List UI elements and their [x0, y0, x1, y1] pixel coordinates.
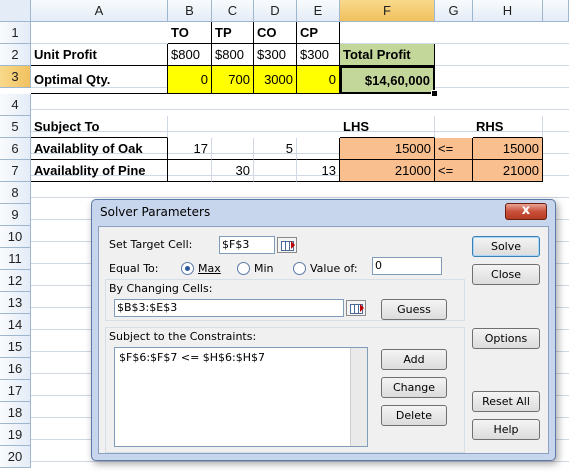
add-button[interactable]: Add [381, 349, 447, 370]
cell-f2[interactable]: Total Profit [340, 44, 435, 66]
max-radio[interactable] [181, 262, 194, 275]
fill-handle[interactable] [431, 90, 438, 97]
row-header-13[interactable]: 13 [0, 292, 31, 314]
cell-b7[interactable] [168, 160, 212, 182]
solve-button[interactable]: Solve [472, 236, 540, 257]
cell-b3[interactable]: 0 [168, 66, 212, 94]
changing-cells-input[interactable]: $B$3:$E$3 [114, 299, 344, 317]
value-of-radio[interactable] [293, 262, 306, 275]
cell-f5[interactable]: LHS [340, 116, 435, 138]
close-icon[interactable]: x [505, 203, 547, 220]
collapse-dialog-icon[interactable] [346, 300, 366, 316]
row-header-14[interactable]: 14 [0, 314, 31, 336]
column-header-d[interactable]: D [254, 0, 297, 22]
target-cell-label: Set Target Cell: [109, 238, 193, 251]
cell-c1[interactable]: TP [212, 22, 254, 44]
column-header-g[interactable]: G [435, 0, 473, 22]
constraints-scrollbar[interactable] [350, 348, 367, 446]
value-of-label: Value of: [310, 262, 358, 275]
cell-d7[interactable] [254, 160, 297, 182]
cell-c3[interactable]: 700 [212, 66, 254, 94]
row-header-7[interactable]: 7 [0, 160, 31, 182]
guess-button[interactable]: Guess [381, 299, 447, 320]
close-button[interactable]: Close [472, 264, 540, 285]
cell-e3[interactable]: 0 [297, 66, 340, 94]
cell-d3[interactable]: 3000 [254, 66, 297, 94]
cell-b6[interactable]: 17 [168, 138, 212, 160]
column-header-e[interactable]: E [297, 0, 340, 22]
cell-e2[interactable]: $300 [297, 44, 340, 66]
constraints-list[interactable]: $F$6:$F$7 <= $H$6:$H$7 [114, 347, 368, 447]
cell-d2[interactable]: $300 [254, 44, 297, 66]
max-label: Max [198, 262, 221, 275]
row-header-5[interactable]: 5 [0, 116, 31, 138]
dialog-titlebar[interactable]: Solver Parameters x [92, 200, 555, 226]
changing-cells-label: By Changing Cells: [109, 282, 213, 295]
cell-h7[interactable]: 21000 [473, 160, 543, 182]
cell-e7[interactable]: 13 [297, 160, 340, 182]
constraints-label: Subject to the Constraints: [109, 330, 257, 343]
select-all-corner[interactable] [0, 0, 31, 22]
cell-a6[interactable]: Availablity of Oak [31, 138, 168, 160]
equal-to-label: Equal To: [109, 262, 159, 275]
collapse-dialog-icon[interactable] [277, 237, 297, 253]
change-button[interactable]: Change [381, 377, 447, 398]
column-header-f[interactable]: F [340, 0, 435, 22]
cell-d1[interactable]: CO [254, 22, 297, 44]
options-button[interactable]: Options [472, 328, 540, 349]
dialog-title: Solver Parameters [100, 205, 211, 219]
column-header-c[interactable]: C [212, 0, 254, 22]
cell-f7[interactable]: 21000 [340, 160, 435, 182]
cell-f3-active[interactable]: $14,60,000 [340, 66, 435, 94]
cell-f6[interactable]: 15000 [340, 138, 435, 160]
row-header-16[interactable]: 16 [0, 358, 31, 380]
delete-button[interactable]: Delete [381, 405, 447, 426]
cell-b2[interactable]: $800 [168, 44, 212, 66]
cell-g6[interactable]: <= [435, 138, 473, 160]
target-cell-input[interactable]: $F$3 [219, 236, 275, 254]
row-header-1[interactable]: 1 [0, 22, 31, 44]
solver-parameters-dialog: Solver Parameters x Set Target Cell: $F$… [91, 199, 556, 461]
cell-a2[interactable]: Unit Profit [31, 44, 168, 66]
row-header-9[interactable]: 9 [0, 204, 31, 226]
row-header-4[interactable]: 4 [0, 94, 31, 116]
row-header-6[interactable]: 6 [0, 138, 31, 160]
column-header-a[interactable]: A [31, 0, 168, 22]
reset-all-button[interactable]: Reset All [472, 391, 540, 412]
cell-h6[interactable]: 15000 [473, 138, 543, 160]
cell-e6[interactable] [297, 138, 340, 160]
cell-c6[interactable] [212, 138, 254, 160]
row-header-20[interactable]: 20 [0, 446, 31, 468]
cell-e1[interactable]: CP [297, 22, 340, 44]
row-header-2[interactable]: 2 [0, 44, 31, 66]
row-header-10[interactable]: 10 [0, 226, 31, 248]
row-header-8[interactable]: 8 [0, 182, 31, 204]
cell-d6[interactable]: 5 [254, 138, 297, 160]
row-header-17[interactable]: 17 [0, 380, 31, 402]
row-header-19[interactable]: 19 [0, 424, 31, 446]
value-of-input[interactable]: 0 [372, 257, 442, 275]
column-header-b[interactable]: B [168, 0, 212, 22]
column-header-h[interactable]: H [473, 0, 543, 22]
cell-a3[interactable]: Optimal Qty. [31, 66, 168, 94]
cell-a7[interactable]: Availablity of Pine [31, 160, 168, 182]
cell-a5[interactable]: Subject To [31, 116, 168, 138]
cell-c7[interactable]: 30 [212, 160, 254, 182]
cell-h5[interactable]: RHS [473, 116, 543, 138]
column-header-i[interactable] [543, 0, 569, 22]
row-header-3[interactable]: 3 [0, 66, 31, 88]
cell-c2[interactable]: $800 [212, 44, 254, 66]
row-header-18[interactable]: 18 [0, 402, 31, 424]
dialog-body: Set Target Cell: $F$3 Equal To: Max Min … [98, 226, 549, 454]
constraint-item[interactable]: $F$6:$F$7 <= $H$6:$H$7 [119, 351, 363, 364]
help-button[interactable]: Help [472, 419, 540, 440]
cell-g7[interactable]: <= [435, 160, 473, 182]
row-header-11[interactable]: 11 [0, 248, 31, 270]
cell-b1[interactable]: TO [168, 22, 212, 44]
row-header-12[interactable]: 12 [0, 270, 31, 292]
min-label: Min [254, 262, 274, 275]
min-radio[interactable] [237, 262, 250, 275]
row-header-15[interactable]: 15 [0, 336, 31, 358]
